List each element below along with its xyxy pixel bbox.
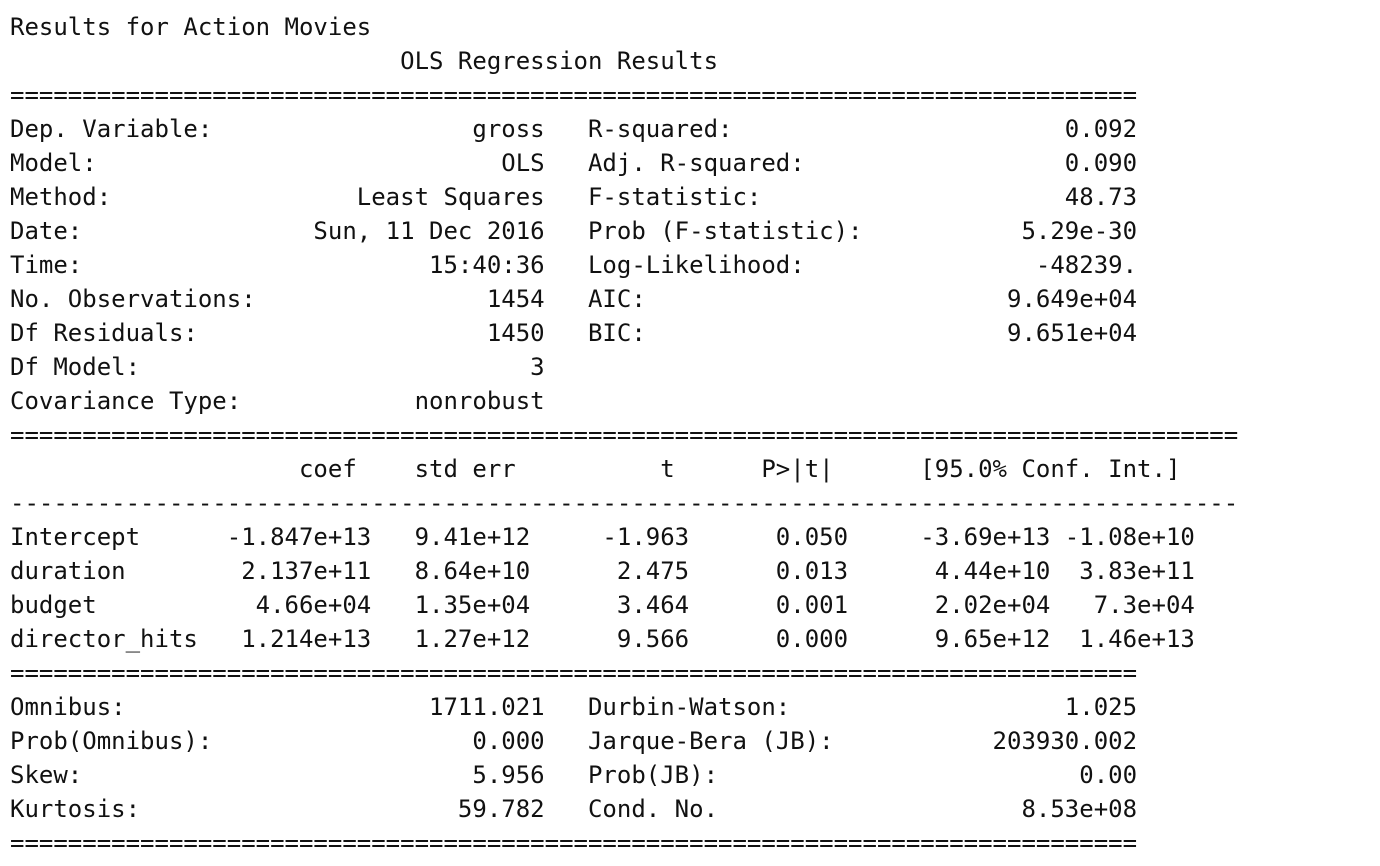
separator-rule: ========================================… bbox=[10, 659, 1138, 687]
coefficient-row: budget 4.66e+04 1.35e+04 3.464 0.001 2.0… bbox=[10, 591, 1195, 619]
coefficient-row: Intercept -1.847e+13 9.41e+12 -1.963 0.0… bbox=[10, 523, 1195, 551]
dash-rule: ----------------------------------------… bbox=[10, 489, 1239, 517]
coefficient-header-row: coef std err t P>|t| [95.0% Conf. Int.] bbox=[10, 455, 1181, 483]
table-title: OLS Regression Results bbox=[10, 47, 1123, 75]
model-info-row: Time: 15:40:36 Log-Likelihood: -48239. bbox=[10, 251, 1138, 279]
model-info-row: Model: OLS Adj. R-squared: 0.090 bbox=[10, 149, 1138, 177]
separator-rule: ========================================… bbox=[10, 421, 1239, 449]
model-info-row: Date: Sun, 11 Dec 2016 Prob (F-statistic… bbox=[10, 217, 1138, 245]
model-info-row: Dep. Variable: gross R-squared: 0.092 bbox=[10, 115, 1138, 143]
diagnostics-row: Prob(Omnibus): 0.000 Jarque-Bera (JB): 2… bbox=[10, 727, 1138, 755]
model-info-row: Df Residuals: 1450 BIC: 9.651e+04 bbox=[10, 319, 1138, 347]
model-info-row: Covariance Type: nonrobust bbox=[10, 387, 1138, 415]
model-info-row: Method: Least Squares F-statistic: 48.73 bbox=[10, 183, 1138, 211]
diagnostics-row: Omnibus: 1711.021 Durbin-Watson: 1.025 bbox=[10, 693, 1138, 721]
diagnostics-row: Skew: 5.956 Prob(JB): 0.00 bbox=[10, 761, 1138, 789]
model-info-row: Df Model: 3 bbox=[10, 353, 1138, 381]
model-info-row: No. Observations: 1454 AIC: 9.649e+04 bbox=[10, 285, 1138, 313]
separator-rule: ========================================… bbox=[10, 81, 1138, 109]
coefficient-row: director_hits 1.214e+13 1.27e+12 9.566 0… bbox=[10, 625, 1195, 653]
regression-summary-output: Results for Action Movies OLS Regression… bbox=[10, 10, 1238, 860]
coefficient-row: duration 2.137e+11 8.64e+10 2.475 0.013 … bbox=[10, 557, 1195, 585]
diagnostics-row: Kurtosis: 59.782 Cond. No. 8.53e+08 bbox=[10, 795, 1138, 823]
separator-rule: ========================================… bbox=[10, 829, 1138, 857]
results-heading: Results for Action Movies bbox=[10, 13, 372, 41]
